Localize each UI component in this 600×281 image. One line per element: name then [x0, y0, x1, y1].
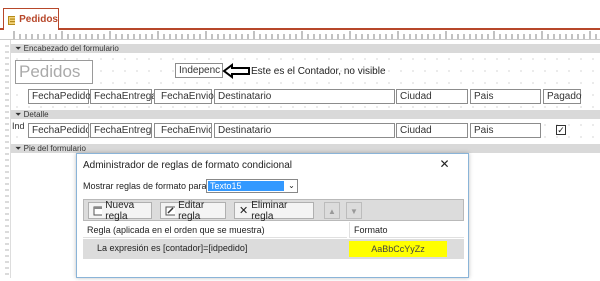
detail-counter-stub[interactable]: Ind: [12, 121, 25, 131]
arrow-up-icon: ▲: [328, 207, 336, 216]
column-header-destinatario[interactable]: Destinatario: [214, 89, 395, 104]
form-icon: [8, 15, 16, 25]
column-header-pais[interactable]: Pais: [470, 89, 541, 104]
section-arrow-icon: ⏷: [15, 144, 22, 153]
tab-pedidos[interactable]: Pedidos: [3, 8, 59, 30]
field-ciudad[interactable]: Ciudad: [396, 123, 468, 138]
section-arrow-icon: ⏷: [15, 44, 22, 53]
section-detail-label: Detalle: [23, 110, 49, 119]
column-header-fechaentrega[interactable]: FechaEntrega: [90, 89, 157, 104]
field-pais[interactable]: Pais: [470, 123, 541, 138]
rule-expression: La expresión es [contador]=[idpedido]: [97, 243, 248, 253]
rule-row[interactable]: La expresión es [contador]=[idpedido] Aa…: [83, 239, 464, 259]
edit-rule-icon: [165, 206, 176, 216]
move-down-button[interactable]: ▼: [346, 202, 362, 219]
format-column-header[interactable]: Formato: [349, 222, 464, 238]
vertical-ruler-ticks: [5, 45, 9, 275]
delete-rule-button[interactable]: ✕ Eliminar regla: [234, 199, 314, 222]
new-rule-button[interactable]: Nueva regla: [88, 199, 152, 222]
new-rule-icon: [93, 206, 103, 216]
column-header-fechaenvio[interactable]: FechaEnvio: [154, 89, 214, 104]
section-header-label: Encabezado del formulario: [23, 44, 119, 53]
column-header-ciudad[interactable]: Ciudad: [396, 89, 468, 104]
section-detail-bar[interactable]: ⏷ Detalle: [11, 110, 600, 119]
left-arrow-icon: [222, 63, 250, 79]
counter-textbox[interactable]: Indepenc: [175, 63, 223, 78]
dialog-title: Administrador de reglas de formato condi…: [83, 159, 292, 171]
delete-rule-label: Eliminar regla: [251, 199, 288, 222]
section-arrow-icon: ⏷: [15, 110, 22, 119]
counter-annotation: Este es el Contador, no visible: [251, 66, 386, 77]
show-rules-selected-value: Texto15: [208, 181, 284, 191]
field-fechaenvio[interactable]: FechaEnvio: [154, 123, 212, 138]
vertical-ruler: [0, 40, 11, 278]
show-rules-select[interactable]: Texto15 ⌄: [206, 179, 298, 193]
ruler-ticks: [13, 31, 597, 39]
conditional-format-dialog: Administrador de reglas de formato condi…: [76, 153, 469, 278]
pagado-checkbox[interactable]: ✓: [556, 125, 566, 135]
tab-label: Pedidos: [19, 14, 58, 25]
field-fechapedido[interactable]: FechaPedido: [28, 123, 89, 138]
document-tab-strip: Pedidos: [0, 0, 600, 30]
format-preview: AaBbCcYyZz: [349, 241, 447, 257]
edit-rule-label: Editar regla: [178, 199, 205, 222]
column-header-pagado[interactable]: Pagado: [543, 89, 581, 104]
show-rules-label: Mostrar reglas de formato para:: [83, 181, 210, 191]
section-footer-bar[interactable]: ⏷ Pie del formulario: [11, 144, 600, 153]
arrow-down-icon: ▼: [350, 207, 358, 216]
close-icon[interactable]: ✕: [422, 154, 467, 174]
move-up-button[interactable]: ▲: [324, 202, 340, 219]
field-destinatario[interactable]: Destinatario: [214, 123, 395, 138]
edit-rule-button[interactable]: Editar regla: [160, 199, 226, 222]
header-design-area: Pedidos Indepenc Este es el Contador, no…: [11, 53, 600, 109]
rule-toolbar: Nueva regla Editar regla ✕ Eliminar regl…: [83, 199, 464, 222]
detail-design-area: Ind FechaPedido FechaEntrega FechaEnvio …: [11, 119, 600, 143]
rule-column-header[interactable]: Regla (aplicada en el orden que se muest…: [83, 222, 347, 238]
chevron-down-icon: ⌄: [288, 181, 295, 190]
field-fechaentrega[interactable]: FechaEntrega: [90, 123, 152, 138]
column-header-fechapedido[interactable]: FechaPedido: [28, 89, 91, 104]
section-footer-label: Pie del formulario: [23, 144, 86, 153]
delete-icon: ✕: [239, 205, 249, 217]
section-header-bar[interactable]: ⏷ Encabezado del formulario: [11, 44, 600, 53]
new-rule-label: Nueva regla: [105, 199, 135, 222]
form-title-label[interactable]: Pedidos: [15, 60, 93, 84]
horizontal-ruler: [0, 30, 600, 40]
